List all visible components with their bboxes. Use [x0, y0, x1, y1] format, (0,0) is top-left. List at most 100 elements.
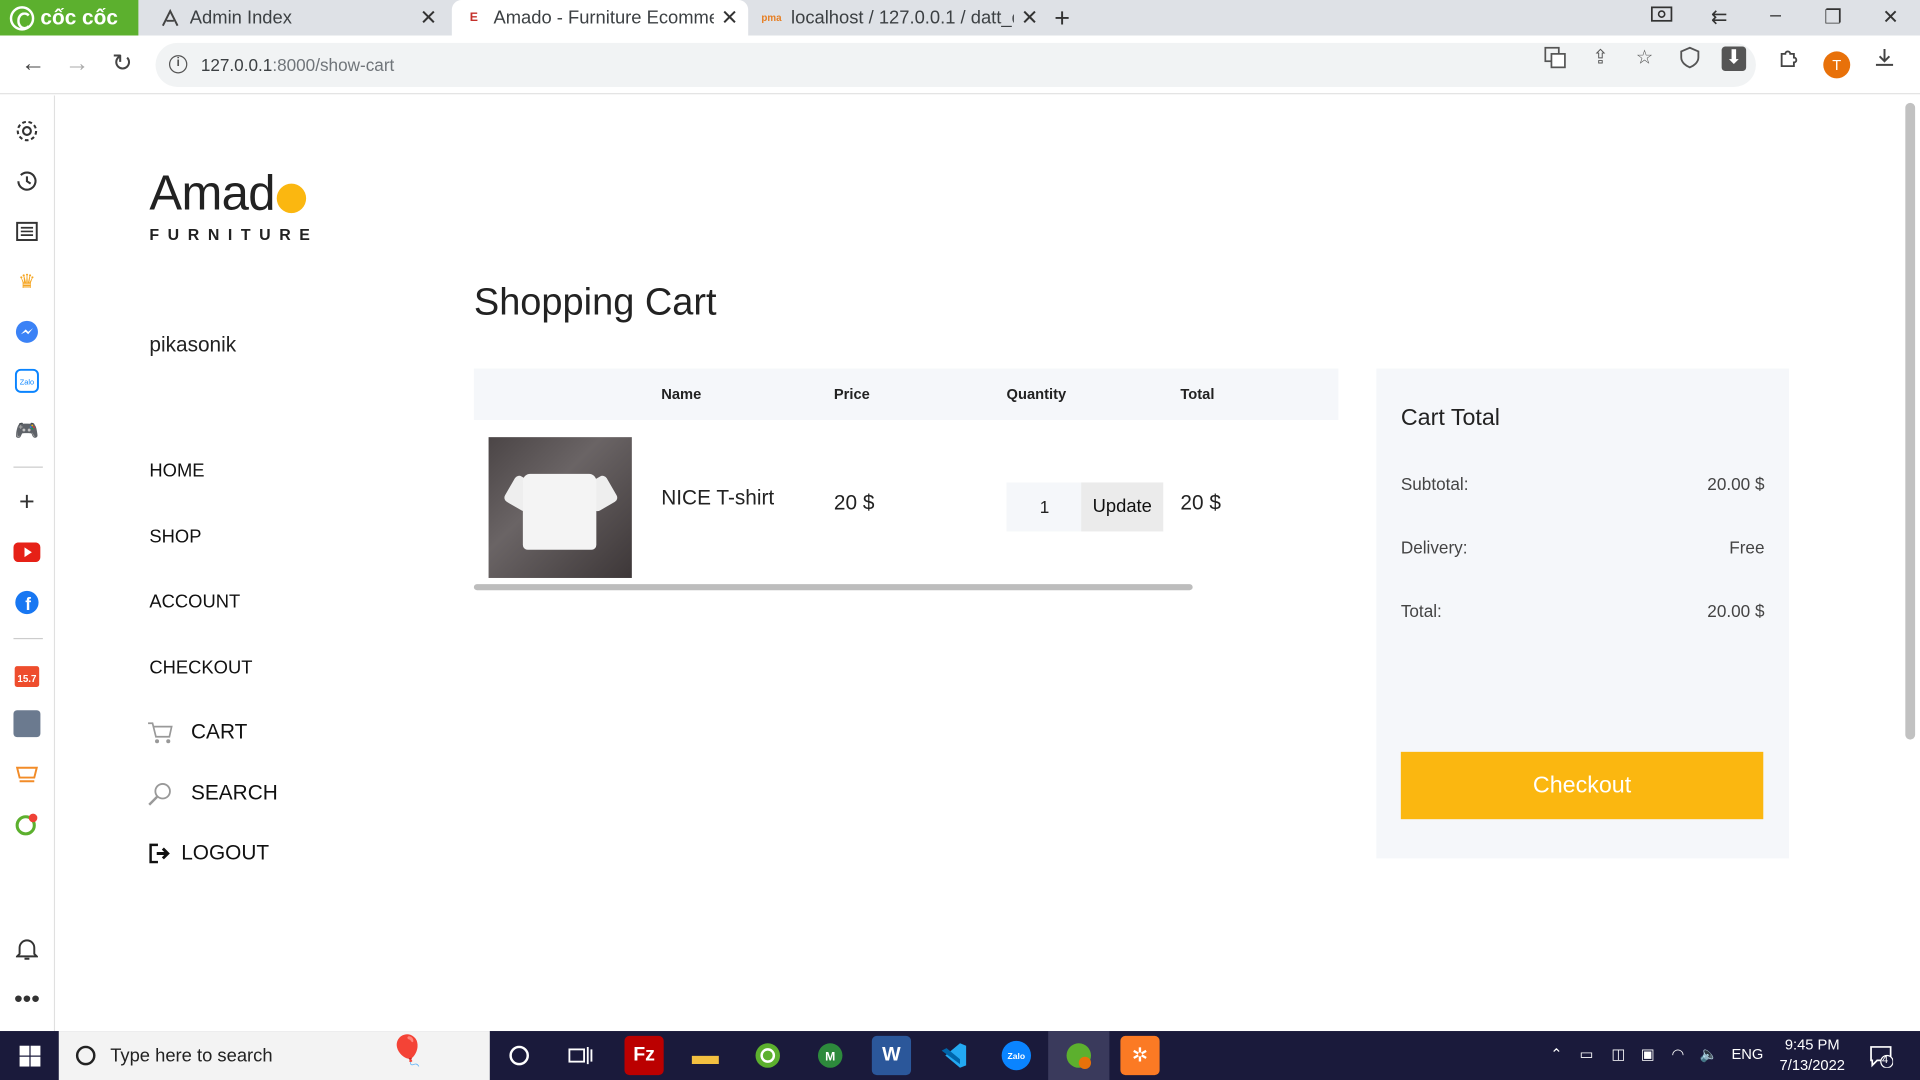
- start-button[interactable]: [0, 1031, 59, 1080]
- vscode-icon[interactable]: [934, 1036, 973, 1075]
- zalo-taskbar-icon[interactable]: Zalo: [997, 1036, 1036, 1075]
- add-icon[interactable]: +: [13, 486, 40, 517]
- store-icon[interactable]: [13, 760, 40, 787]
- tab-phpmyadmin[interactable]: pma localhost / 127.0.0.1 / datt_q ✕: [749, 0, 1048, 36]
- messenger-icon[interactable]: [13, 318, 40, 345]
- vertical-scrollbar[interactable]: [1901, 95, 1920, 1032]
- crown-icon[interactable]: ♛: [13, 268, 40, 295]
- facebook-icon[interactable]: f: [13, 589, 40, 616]
- word-icon[interactable]: W: [871, 1035, 912, 1076]
- close-tab-icon[interactable]: ✕: [420, 6, 437, 30]
- nav-logout[interactable]: LOGOUT: [147, 840, 269, 867]
- logo-dot-icon: [276, 183, 306, 213]
- battery-icon[interactable]: ▭: [1580, 1046, 1594, 1063]
- reload-icon[interactable]: ↻: [108, 49, 137, 78]
- checkout-button[interactable]: Checkout: [1400, 751, 1764, 820]
- quantity-input[interactable]: 1: [1006, 482, 1083, 532]
- display-icon[interactable]: ▣: [1641, 1046, 1655, 1063]
- tab-amado[interactable]: E Amado - Furniture Ecommerce ✕: [451, 0, 749, 36]
- filezilla-icon[interactable]: Fz: [624, 1035, 664, 1076]
- svg-text:Zalo: Zalo: [20, 377, 34, 386]
- clock-time: 9:45 PM: [1784, 1035, 1840, 1054]
- scrollbar-thumb[interactable]: [1905, 102, 1916, 740]
- close-window-icon[interactable]: ✕: [1878, 5, 1902, 29]
- site-info-icon[interactable]: i: [168, 55, 188, 74]
- taskbar-search-box[interactable]: Type here to search 🎈: [58, 1031, 490, 1080]
- back-icon[interactable]: ←: [18, 49, 47, 78]
- nav-shop[interactable]: SHOP: [149, 527, 201, 548]
- new-tab-icon[interactable]: +: [1054, 2, 1070, 34]
- more-options-icon[interactable]: •••: [13, 985, 40, 1013]
- forward-icon[interactable]: →: [62, 49, 91, 78]
- nav-checkout[interactable]: CHECKOUT: [149, 658, 252, 679]
- xampp-icon[interactable]: ✲: [1120, 1035, 1160, 1076]
- search-icon: [147, 780, 174, 807]
- product-name[interactable]: NICE T-shirt: [661, 486, 774, 510]
- search-icon: [75, 1045, 96, 1066]
- product-price: 20 $: [833, 491, 875, 515]
- phpmyadmin-favicon-icon: pma: [761, 12, 782, 24]
- delivery-label: Delivery:: [1400, 537, 1468, 558]
- zalo-icon[interactable]: Zalo: [13, 367, 40, 394]
- url-text[interactable]: 127.0.0.1:8000/show-cart: [201, 55, 394, 75]
- address-bar[interactable]: i 127.0.0.1:8000/show-cart: [155, 42, 1756, 87]
- extensions-puzzle-icon[interactable]: [1777, 47, 1801, 71]
- notifications-bell-icon[interactable]: [13, 936, 40, 963]
- profile-photo-icon[interactable]: [13, 710, 41, 738]
- youtube-icon[interactable]: [13, 539, 41, 566]
- tray-expand-icon[interactable]: ⌃: [1550, 1046, 1562, 1063]
- nav-logout-label: LOGOUT: [181, 841, 270, 865]
- nav-cart[interactable]: CART: [147, 719, 247, 746]
- nav-account[interactable]: ACCOUNT: [149, 591, 240, 612]
- update-button[interactable]: Update: [1081, 482, 1164, 532]
- clock-date: 7/13/2022: [1779, 1056, 1845, 1074]
- action-center-icon[interactable]: 4: [1869, 1043, 1894, 1071]
- site-logo[interactable]: Amad FURNITURE: [149, 167, 318, 244]
- coccoc-logo-icon: [9, 5, 35, 31]
- nav-home[interactable]: HOME: [149, 460, 204, 481]
- cart-total-title: Cart Total: [1400, 405, 1500, 432]
- downloads-icon[interactable]: [1872, 47, 1896, 71]
- task-view-icon[interactable]: [561, 1036, 600, 1075]
- coccoc-active-icon[interactable]: [1059, 1036, 1098, 1075]
- nav-search[interactable]: SEARCH: [147, 780, 278, 807]
- browser-brand[interactable]: cốc cốc: [0, 0, 139, 36]
- translate-icon[interactable]: [1543, 46, 1567, 71]
- close-tab-icon[interactable]: ✕: [721, 6, 738, 30]
- share-icon[interactable]: ⇪: [1588, 47, 1612, 71]
- logo-subtitle: FURNITURE: [149, 225, 319, 244]
- clock[interactable]: 9:45 PM 7/13/2022: [1771, 1035, 1854, 1077]
- windows-taskbar: Type here to search 🎈 Fz ▬ M W Zalo ✲ ⌃ …: [0, 1031, 1920, 1080]
- bookmark-star-icon[interactable]: ☆: [1632, 47, 1656, 71]
- delivery-value: Free: [1729, 537, 1765, 558]
- profile-avatar[interactable]: T: [1823, 51, 1851, 79]
- tab-search-icon[interactable]: ⇇: [1707, 5, 1731, 29]
- cart-table: Name Price Quantity Total NICE T-shirt 2…: [473, 368, 1339, 591]
- minimize-icon[interactable]: –: [1763, 5, 1787, 27]
- settings-gear-icon[interactable]: [13, 118, 40, 145]
- coccoc-taskbar-icon[interactable]: [748, 1036, 787, 1075]
- file-explorer-icon[interactable]: ▬: [686, 1036, 725, 1075]
- coccoc-m-icon[interactable]: M: [811, 1036, 850, 1075]
- total-label: Total:: [1400, 601, 1442, 621]
- wifi-icon[interactable]: ◠: [1671, 1046, 1684, 1063]
- language-indicator[interactable]: ENG: [1731, 1046, 1763, 1063]
- svg-text:f: f: [25, 594, 31, 614]
- close-tab-icon[interactable]: ✕: [1021, 6, 1038, 30]
- restore-icon[interactable]: ❐: [1821, 5, 1845, 29]
- shield-icon[interactable]: [1678, 46, 1702, 71]
- product-thumbnail[interactable]: [488, 437, 632, 578]
- screen-capture-icon[interactable]: [1649, 5, 1673, 31]
- history-icon[interactable]: [13, 168, 40, 195]
- admin-favicon-icon: [160, 8, 180, 28]
- reading-list-icon[interactable]: [13, 218, 40, 245]
- shopee-icon[interactable]: 15.7: [13, 661, 40, 688]
- tab-admin-index[interactable]: Admin Index ✕: [148, 0, 447, 36]
- coccoc-extension-icon[interactable]: [13, 811, 40, 838]
- cortana-icon[interactable]: [500, 1036, 539, 1075]
- meet-now-icon[interactable]: ◫: [1611, 1046, 1625, 1063]
- gamepad-icon[interactable]: 🎮: [13, 418, 40, 445]
- savior-download-icon[interactable]: ⬇: [1721, 46, 1747, 72]
- volume-icon[interactable]: 🔈: [1700, 1046, 1718, 1063]
- horizontal-scrollbar[interactable]: [473, 584, 1193, 591]
